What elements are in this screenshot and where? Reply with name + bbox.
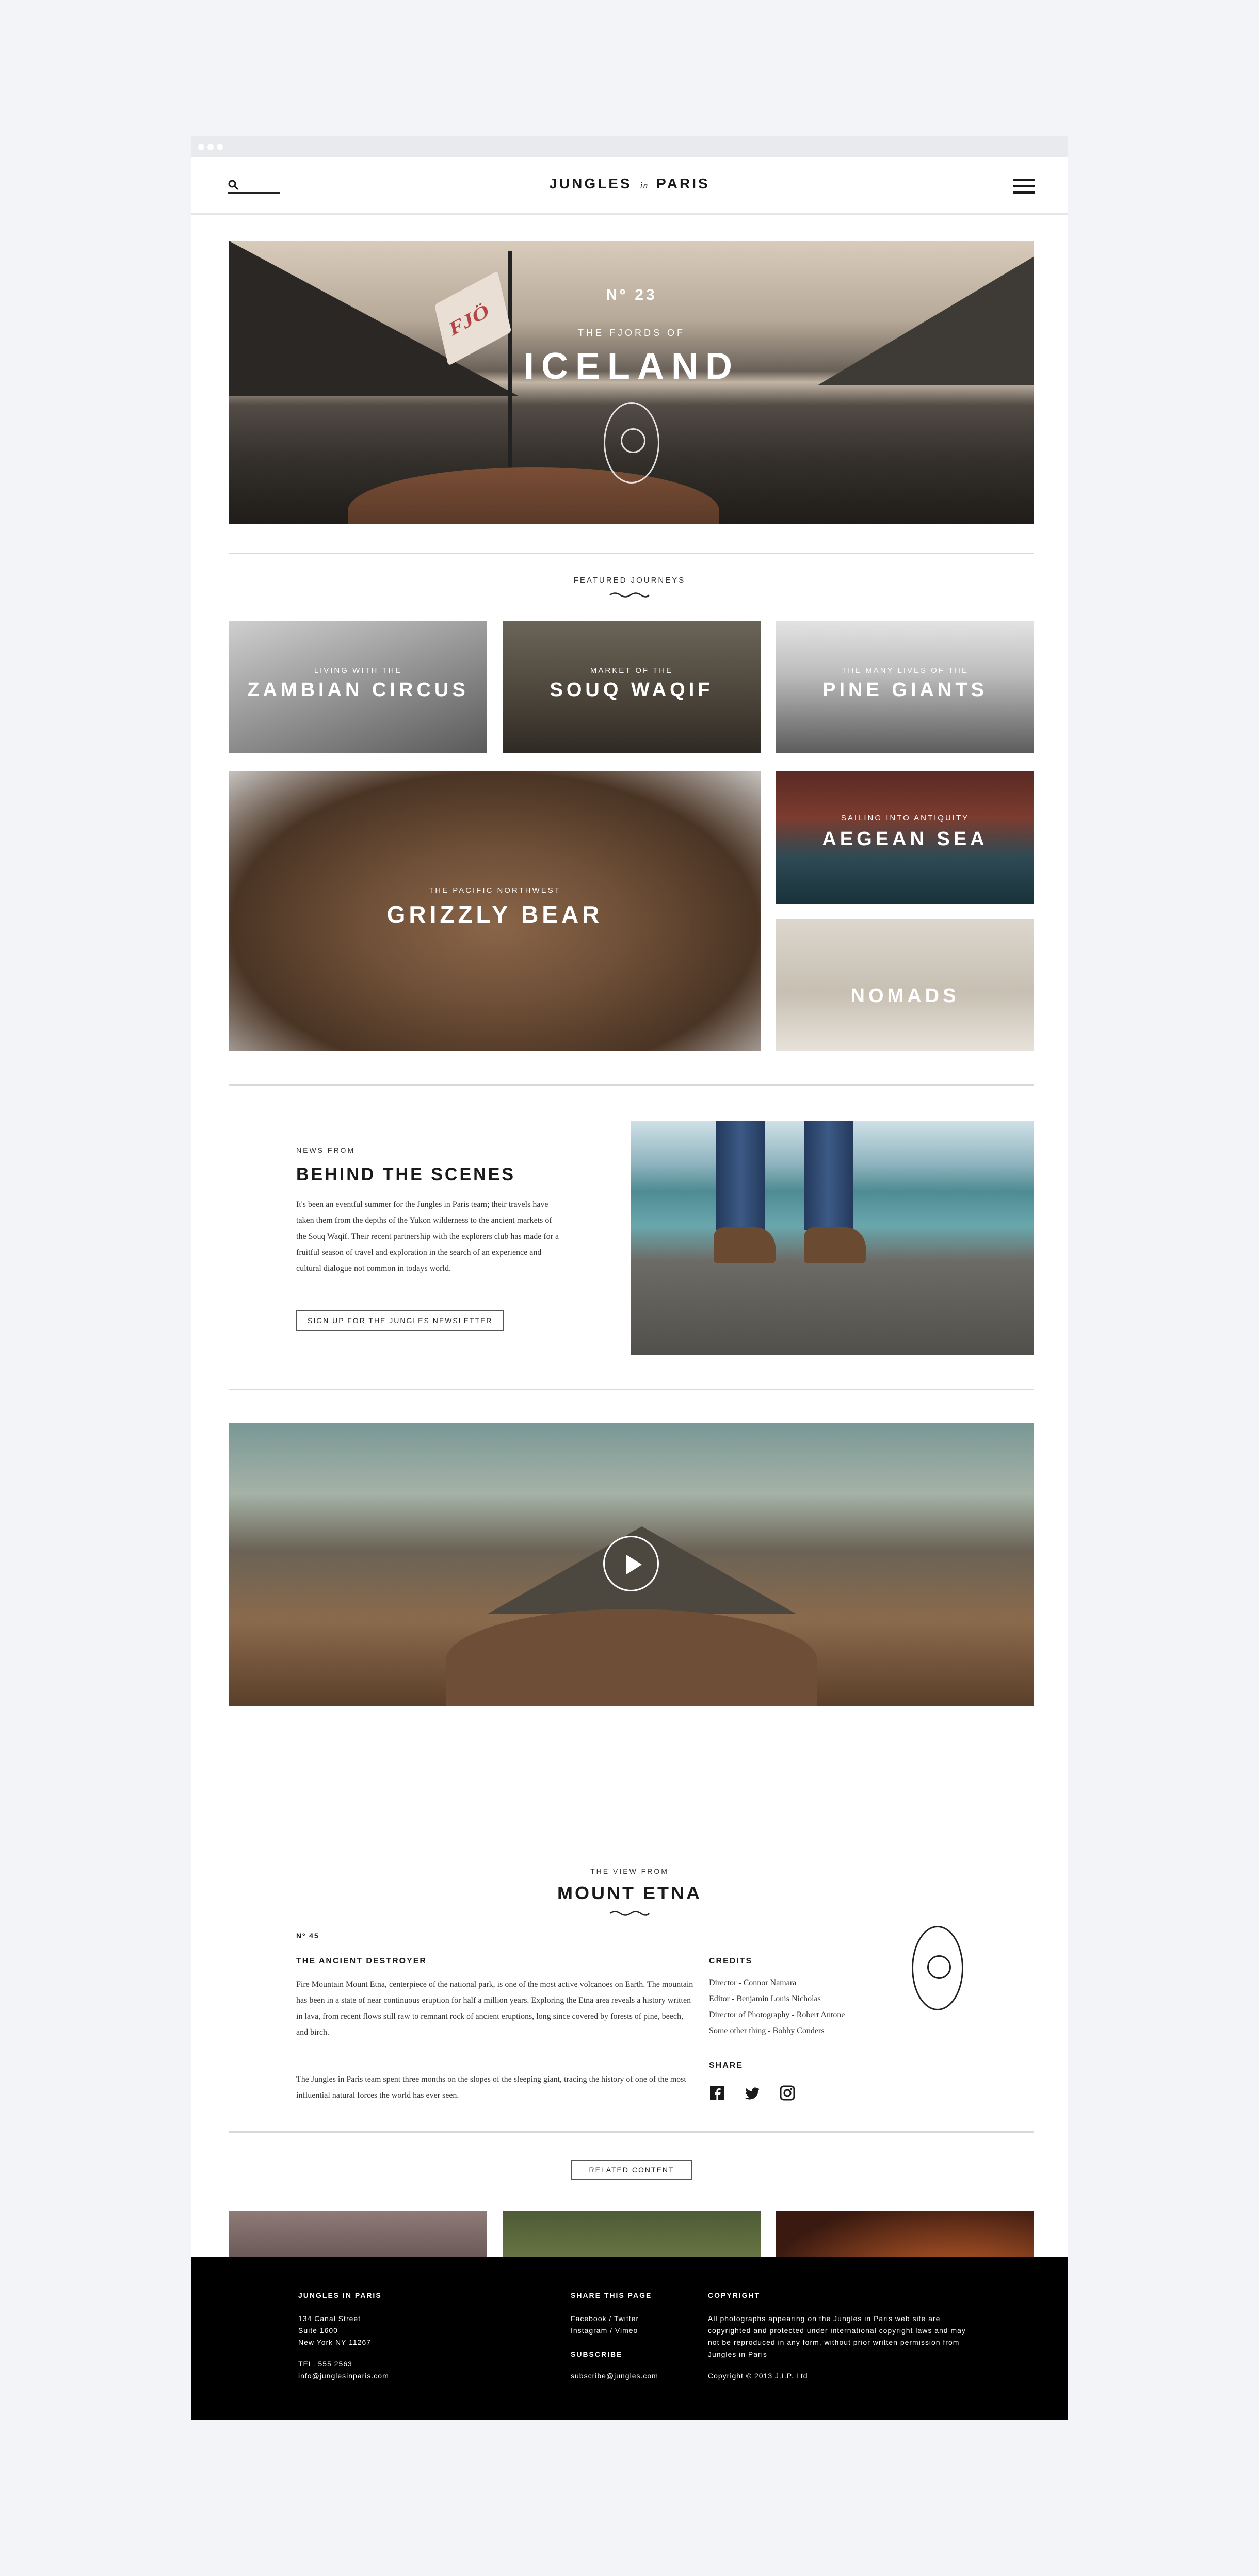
- footer-phone: TEL. 555 2563: [298, 2360, 352, 2368]
- hero-banner[interactable]: FJÖ Nº 23 THE FJORDS OF ICELAND: [229, 241, 1034, 524]
- twitter-icon[interactable]: [744, 2085, 761, 2101]
- squiggle-divider: [609, 1911, 650, 1916]
- behind-scenes-kicker: NEWS FROM: [296, 1146, 356, 1154]
- featured-journeys-label: FEATURED JOURNEYS: [573, 576, 686, 585]
- credits-heading: CREDITS: [709, 1957, 753, 1966]
- etna-body-paragraph: Fire Mountain Mount Etna, centerpiece of…: [296, 1980, 693, 2037]
- menu-bar: [1013, 179, 1035, 181]
- video-player[interactable]: [229, 1423, 1034, 1706]
- section-divider: [229, 2131, 1034, 2133]
- credit-line: Director - Connor Namara: [709, 1978, 797, 1987]
- card-kicker: LIVING WITH THE: [314, 666, 402, 675]
- menu-icon[interactable]: [1013, 179, 1035, 194]
- instagram-icon[interactable]: [779, 2085, 796, 2101]
- image-boot: [714, 1227, 776, 1263]
- browser-window: JUNGLES in PARIS FJÖ Nº 23 THE FJORDS OF…: [191, 136, 1068, 2420]
- logo-word: in: [640, 180, 649, 190]
- journey-card-pine-giants[interactable]: THE MANY LIVES OF THE PINE GIANTS: [776, 621, 1034, 753]
- facebook-icon[interactable]: [709, 2085, 725, 2101]
- footer-heading: SHARE THIS PAGE: [571, 2291, 652, 2299]
- footer-address-line: New York NY 11267: [298, 2338, 372, 2346]
- logo-word: JUNGLES: [549, 175, 632, 191]
- section-divider: [229, 1389, 1034, 1390]
- image-leg: [804, 1121, 853, 1230]
- credit-line: Some other thing - Bobby Conders: [709, 2026, 825, 2035]
- logo-word: PARIS: [656, 175, 710, 191]
- card-title: SOUQ WAQIF: [550, 679, 714, 701]
- card-title: ZAMBIAN CIRCUS: [247, 679, 469, 701]
- hero-boat: [348, 467, 719, 524]
- site-header: JUNGLES in PARIS: [191, 157, 1068, 215]
- journey-card-zambian-circus[interactable]: LIVING WITH THE ZAMBIAN CIRCUS: [229, 621, 487, 753]
- share-heading: SHARE: [709, 2061, 744, 2070]
- hero-title: ICELAND: [524, 346, 739, 387]
- section-divider: [229, 1084, 1034, 1086]
- footer-heading: SUBSCRIBE: [571, 2350, 623, 2358]
- behind-scenes-title: BEHIND THE SCENES: [296, 1165, 516, 1184]
- card-kicker: THE PACIFIC NORTHWEST: [429, 886, 561, 895]
- etna-title: MOUNT ETNA: [557, 1882, 702, 1904]
- footer-share-link[interactable]: Facebook / Twitter: [571, 2313, 639, 2325]
- etna-kicker: THE VIEW FROM: [590, 1867, 669, 1875]
- hero-issue-number: Nº 23: [606, 286, 657, 303]
- journey-card-grizzly-bear[interactable]: THE PACIFIC NORTHWEST GRIZZLY BEAR: [229, 771, 761, 1051]
- footer-copyright-text: All photographs appearing on the Jungles…: [708, 2314, 966, 2358]
- card-kicker: MARKET OF THE: [590, 666, 673, 675]
- window-dot: [198, 144, 204, 150]
- etna-body-paragraph: The Jungles in Paris team spent three mo…: [296, 2075, 686, 2100]
- footer-address-line: 134 Canal Street: [298, 2314, 361, 2323]
- video-crater: [446, 1609, 817, 1706]
- site-logo[interactable]: JUNGLES in PARIS: [191, 175, 1068, 192]
- card-kicker: SAILING INTO ANTIQUITY: [841, 814, 970, 823]
- credit-line: Editor - Benjamin Louis Nicholas: [709, 1994, 821, 2003]
- related-content-button[interactable]: RELATED CONTENT: [571, 2160, 692, 2180]
- hero-kicker: THE FJORDS OF: [578, 328, 685, 338]
- window-dot: [207, 144, 214, 150]
- window-dot: [217, 144, 223, 150]
- menu-bar: [1013, 191, 1035, 194]
- newsletter-signup-button[interactable]: SIGN UP FOR THE JUNGLES NEWSLETTER: [296, 1310, 504, 1331]
- footer-heading: JUNGLES IN PARIS: [298, 2291, 382, 2299]
- footer-share-link[interactable]: Instagram / Vimeo: [571, 2325, 638, 2337]
- credit-line: Director of Photography - Robert Antone: [709, 2010, 845, 2019]
- image-boot: [804, 1227, 866, 1263]
- card-title: PINE GIANTS: [822, 679, 988, 701]
- journey-card-souq-waqif[interactable]: MARKET OF THE SOUQ WAQIF: [503, 621, 761, 753]
- footer-email-link[interactable]: info@junglesinparis.com: [298, 2370, 389, 2382]
- behind-scenes-body: It's been an eventful summer for the Jun…: [296, 1200, 559, 1273]
- card-title: NOMADS: [850, 985, 960, 1007]
- footer-address-line: Suite 1600: [298, 2326, 338, 2335]
- card-kicker: THE MANY LIVES OF THE: [842, 666, 969, 675]
- card-title: AEGEAN SEA: [822, 828, 988, 850]
- menu-bar: [1013, 185, 1035, 187]
- footer-subscribe-link[interactable]: subscribe@jungles.com: [571, 2370, 658, 2382]
- badge-seal-icon: [604, 402, 659, 484]
- squiggle-divider: [609, 592, 650, 598]
- play-icon[interactable]: [603, 1536, 659, 1591]
- image-leg: [716, 1121, 765, 1230]
- footer-heading: COPYRIGHT: [708, 2291, 761, 2299]
- badge-seal-icon: [912, 1926, 963, 2010]
- browser-chrome: [191, 136, 1068, 157]
- card-title: GRIZZLY BEAR: [386, 901, 603, 928]
- site-footer: JUNGLES IN PARIS 134 Canal Street Suite …: [191, 2257, 1068, 2420]
- journey-card-nomads[interactable]: NOMADS: [776, 919, 1034, 1051]
- etna-issue-number: Nº 45: [296, 1931, 319, 1940]
- section-divider: [229, 553, 1034, 554]
- footer-copyright-line: Copyright © 2013 J.I.P. Ltd: [708, 2372, 808, 2380]
- journey-card-aegean-sea[interactable]: SAILING INTO ANTIQUITY AEGEAN SEA: [776, 771, 1034, 904]
- etna-subtitle: THE ANCIENT DESTROYER: [296, 1957, 427, 1966]
- behind-scenes-image: [631, 1121, 1034, 1355]
